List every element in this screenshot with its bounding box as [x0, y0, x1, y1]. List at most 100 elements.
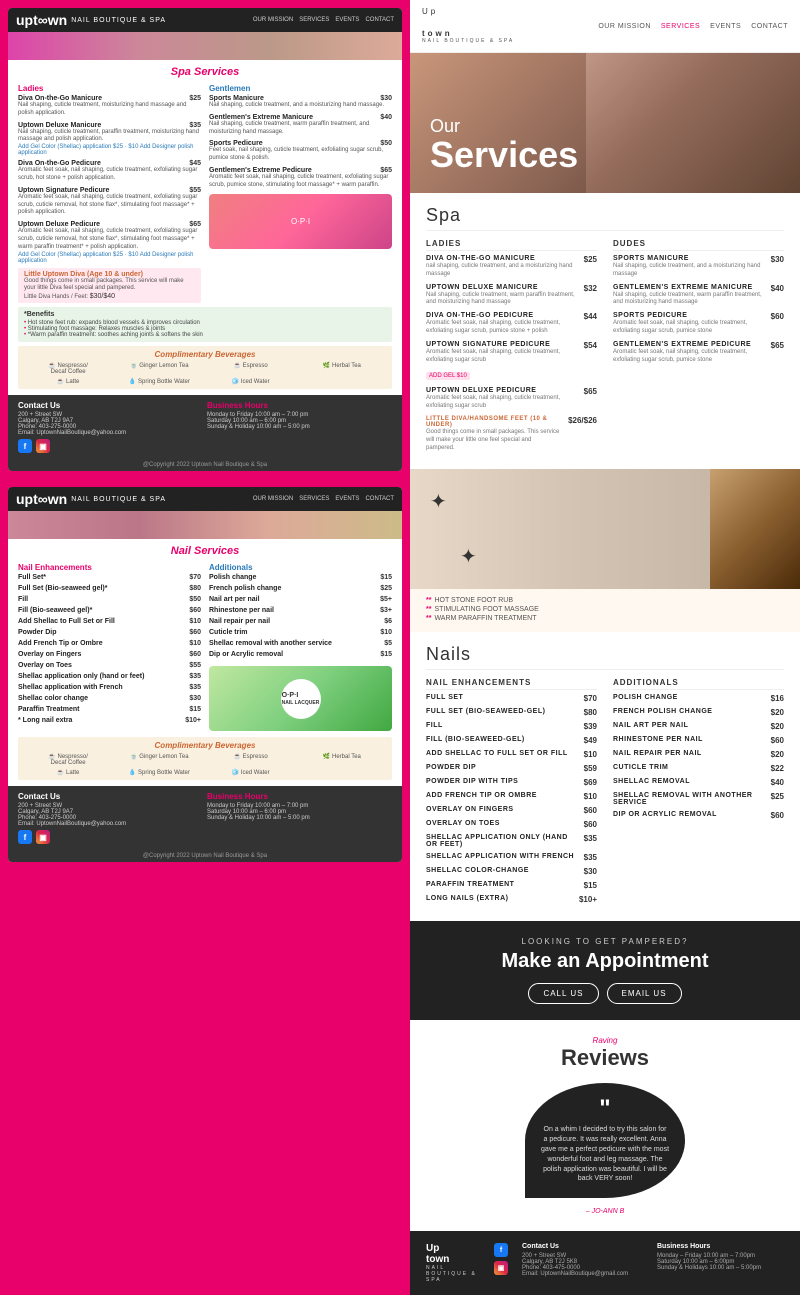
instagram-icon-2[interactable]: ▣ — [36, 830, 50, 844]
call-us-button[interactable]: CALL US — [528, 983, 598, 1004]
nav-contact[interactable]: CONTACT — [751, 23, 788, 30]
list-item: Uptown Deluxe Pedicure$65 Aromatic feet … — [18, 221, 201, 263]
list-item: FILL$39 — [426, 722, 597, 731]
footer-instagram-icon[interactable]: ▣ — [494, 1261, 508, 1275]
instagram-icon[interactable]: ▣ — [36, 439, 50, 453]
list-item: NAIL ART PER NAIL$20 — [613, 722, 784, 731]
list-item: POWDER DIP$59 — [426, 764, 597, 773]
panel2-img-strip — [8, 511, 402, 539]
list-item: Uptown Deluxe Manicure$35 Nail shaping, … — [18, 122, 201, 157]
panel2-logo: upt∞wn — [16, 491, 67, 507]
reviews-sub: Raving — [426, 1036, 784, 1045]
list-item: DIVA ON-THE-GO PEDICUREAromatic feet soa… — [426, 312, 597, 336]
spa-section: Spa LADIES DIVA ON-THE-GO MANICUREnail s… — [410, 193, 800, 469]
list-item: FULL SET (BIO-SEAWEED-GEL)$80 — [426, 708, 597, 717]
list-item: SHELLAC REMOVAL WITH ANOTHER SERVICE$25 — [613, 792, 784, 806]
panel1-body: Spa Services Ladies Diva On-the-Go Manic… — [8, 60, 402, 395]
list-item: 🍵 Ginger Lemon Tea — [115, 753, 203, 766]
footer-facebook-icon[interactable]: f — [494, 1243, 508, 1257]
list-item: Sunday & Holidays 10:00 am – 5:00pm — [657, 1265, 784, 1271]
list-item: FILL (BIO-SEAWEED-GEL)$49 — [426, 736, 597, 745]
list-item: FRENCH POLISH CHANGE$20 — [613, 708, 784, 717]
list-item: Nail art per nail$5+ — [209, 596, 392, 603]
nail-enhancements-header: Nail Enhancements — [18, 563, 201, 572]
list-item: 🍵 Ginger Lemon Tea — [115, 362, 203, 375]
hero-section: Our Services — [410, 53, 800, 193]
footer-contact: Contact Us 200 + Street SW Calgary, AB T… — [522, 1243, 649, 1277]
nav-services[interactable]: SERVICES — [661, 23, 700, 30]
panel1-footer: Contact Us 200 + Street SW Calgary, AB T… — [8, 395, 402, 459]
nav-events[interactable]: EVENTS — [710, 23, 741, 30]
list-item: Powder Dip$60 — [18, 629, 201, 636]
panel2-title: Nail Services — [18, 545, 392, 557]
list-item: Nail repair per nail$6 — [209, 618, 392, 625]
hours-section: Business Hours Monday to Friday 10:00 am… — [207, 401, 392, 453]
appointment-buttons: CALL US EMAIL US — [426, 983, 784, 1004]
list-item: Email: UptownNailBoutique@yahoo.com — [18, 430, 203, 436]
list-item: LONG NAILS (EXTRA)$10+ — [426, 895, 597, 904]
spa-services-cols: LADIES DIVA ON-THE-GO MANICUREnail shapi… — [426, 239, 784, 457]
nail-polish-image: O·P·I — [209, 194, 392, 249]
list-item: FULL SET$70 — [426, 694, 597, 703]
footer-social: f ▣ — [494, 1243, 514, 1275]
appointment-title: Make an Appointment — [426, 950, 784, 973]
list-item: Paraffin Treatment$15 — [18, 706, 201, 713]
list-item: Gentlemen's Extreme Manicure$40 Nail sha… — [209, 114, 392, 137]
list-item: Shellac removal with another service$5 — [209, 640, 392, 647]
benefits-section: *Benefits Hot stone feet rub: expands bl… — [18, 307, 392, 342]
beverages-section-2: Complimentary Beverages ☕ Nespresso/Deca… — [18, 737, 392, 780]
social-icons-2: f ▣ — [18, 830, 203, 844]
nail-services-grid: Nail Enhancements Full Set*$70 Full Set … — [18, 563, 392, 731]
list-item: OVERLAY ON FINGERS$60 — [426, 806, 597, 815]
email-us-button[interactable]: EMAIL US — [607, 983, 682, 1004]
panel2-footer: Contact Us 200 + Street SW Calgary, AB T… — [8, 786, 402, 850]
list-item: Add French Tip or Ombre$10 — [18, 640, 201, 647]
list-item: ☕ Espresso — [207, 753, 295, 766]
list-item: Full Set (Bio-seaweed gel)*$80 — [18, 585, 201, 592]
list-item: Shellac color change$30 — [18, 695, 201, 702]
list-item: GENTLEMEN'S EXTREME MANICURENail shaping… — [613, 284, 784, 308]
appointment-sub: Looking to get pampered? — [426, 937, 784, 946]
model-face — [710, 469, 800, 589]
divider-nails — [426, 669, 784, 670]
nav-mission[interactable]: OUR MISSION — [598, 23, 651, 30]
panel2-tagline: NAIL BOUTIQUE & SPA — [71, 496, 166, 503]
review-quote: " On a whim I decided to try this salon … — [525, 1083, 685, 1198]
footer-hours: Business Hours Monday – Friday 10:00 am … — [657, 1243, 784, 1271]
list-item: Full Set*$70 — [18, 574, 201, 581]
facebook-icon-2[interactable]: f — [18, 830, 32, 844]
appointment-section: Looking to get pampered? Make an Appoint… — [410, 921, 800, 1020]
spa-title: Spa — [426, 205, 784, 226]
list-item: Rhinestone per nail$3+ — [209, 607, 392, 614]
sparkle-icon-2: ✦ — [460, 544, 477, 569]
panel1-header: upt∞wn NAIL BOUTIQUE & SPA OUR MISSIONSE… — [8, 8, 402, 32]
list-item: Cuticle trim$10 — [209, 629, 392, 636]
list-item: **WARM PARAFFIN TREATMENT — [426, 615, 784, 622]
panel1-nav: OUR MISSIONSERVICESEVENTSCONTACT — [253, 17, 394, 23]
additionals-header: Additionals — [209, 563, 392, 572]
panel1-tagline: NAIL BOUTIQUE & SPA — [71, 17, 166, 24]
divider — [426, 230, 784, 231]
list-item: Sports Manicure$30 Nail shaping, cuticle… — [209, 95, 392, 110]
list-item: Add Shellac to Full Set or Fill$10 — [18, 618, 201, 625]
list-item: GENTLEMEN'S EXTREME PEDICUREAromatic fee… — [613, 341, 784, 365]
list-item: OVERLAY ON TOES$60 — [426, 820, 597, 829]
facebook-icon[interactable]: f — [18, 439, 32, 453]
ladies-header: Ladies — [18, 84, 201, 93]
list-item: SHELLAC COLOR-CHANGE$30 — [426, 867, 597, 876]
list-item: ☕ Latte — [24, 378, 112, 385]
social-icons: f ▣ — [18, 439, 203, 453]
copyright-2: @Copyright 2022 Uptown Nail Boutique & S… — [8, 850, 402, 862]
additionals-col-title: ADDITIONALS — [613, 678, 784, 690]
list-item: Dip or Acrylic removal$15 — [209, 651, 392, 658]
nails-title: Nails — [426, 644, 784, 665]
list-item: CUTICLE TRIM$22 — [613, 764, 784, 773]
list-item: 💧 Spring Bottle Water — [115, 378, 203, 385]
list-item: SHELLAC REMOVAL$40 — [613, 778, 784, 787]
panel2-body: Nail Services Nail Enhancements Full Set… — [8, 539, 402, 786]
list-item: 🌿 Herbal Tea — [298, 362, 386, 375]
model-section: ✦ ✦ — [410, 469, 800, 589]
hero-hands-overlay — [586, 53, 800, 193]
little-diva-item: Little Uptown Diva (Age 10 & under) Good… — [18, 268, 201, 304]
list-item: ADD SHELLAC TO FULL SET OR FILL$10 — [426, 750, 597, 759]
